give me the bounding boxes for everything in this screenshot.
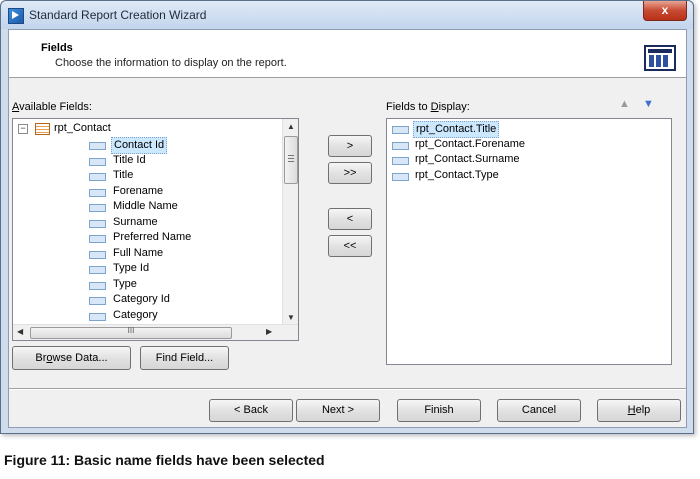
- table-view-icon: [644, 45, 676, 71]
- app-icon: [8, 8, 24, 24]
- tree-node-table[interactable]: − rpt_Contact: [13, 121, 283, 136]
- cancel-button[interactable]: Cancel: [497, 399, 581, 422]
- figure-caption: Figure 11: Basic name fields have been s…: [4, 452, 325, 468]
- wizard-header: Fields Choose the information to display…: [9, 30, 686, 78]
- remove-field-button[interactable]: <: [328, 208, 372, 230]
- display-field-item[interactable]: rpt_Contact.Title: [387, 121, 657, 138]
- available-vertical-scrollbar[interactable]: ▲ ▼: [282, 119, 298, 325]
- field-label: Type: [113, 277, 137, 290]
- field-label: Title Id: [113, 153, 146, 166]
- fields-to-display-label: Fields to Display:: [386, 101, 470, 113]
- display-field-label: rpt_Contact.Title: [413, 121, 500, 138]
- scroll-right-icon[interactable]: ▶: [266, 327, 272, 336]
- field-icon: [392, 172, 409, 181]
- available-field-item[interactable]: Category: [13, 308, 283, 323]
- field-label: Type Id: [113, 262, 150, 274]
- remove-all-fields-button[interactable]: <<: [328, 235, 372, 257]
- field-icon: [89, 188, 106, 197]
- scroll-up-icon[interactable]: ▲: [287, 122, 295, 131]
- field-icon: [89, 157, 106, 166]
- field-icon: [89, 219, 106, 228]
- field-label: Contact Id: [111, 137, 168, 154]
- horizontal-scroll-thumb[interactable]: III: [30, 326, 232, 339]
- field-label: Surname: [113, 215, 158, 228]
- field-icon: [89, 281, 106, 290]
- field-label: Full Name: [113, 246, 164, 259]
- field-label: Middle Name: [113, 200, 178, 212]
- next-button[interactable]: Next >: [296, 399, 380, 422]
- wizard-window: Standard Report Creation Wizard x Fields…: [0, 0, 694, 434]
- available-field-item[interactable]: Preferred Name: [13, 230, 283, 245]
- help-button[interactable]: Help: [597, 399, 681, 422]
- field-icon: [89, 204, 106, 212]
- field-icon: [89, 312, 106, 321]
- available-field-item[interactable]: Type Id: [13, 261, 283, 276]
- field-label: Category: [113, 308, 158, 321]
- title-bar[interactable]: Standard Report Creation Wizard x: [1, 1, 693, 29]
- available-field-item[interactable]: Middle Name: [13, 199, 283, 214]
- finish-button[interactable]: Finish: [397, 399, 481, 422]
- wizard-body: Fields Choose the information to display…: [8, 29, 687, 428]
- available-fields-tree[interactable]: − rpt_Contact Contact Id Title Id Title For…: [12, 118, 299, 341]
- available-field-item[interactable]: Surname: [13, 215, 283, 230]
- display-field-item[interactable]: rpt_Contact.Type: [387, 168, 657, 183]
- move-up-icon[interactable]: ▲: [619, 98, 630, 110]
- display-field-label: rpt_Contact.Type: [415, 168, 499, 181]
- field-icon: [89, 250, 106, 259]
- table-icon: [35, 123, 50, 135]
- display-field-label: rpt_Contact.Surname: [415, 153, 520, 165]
- add-all-fields-button[interactable]: >>: [328, 162, 372, 184]
- available-field-item[interactable]: Title Id: [13, 153, 283, 168]
- available-field-item[interactable]: Title: [13, 168, 283, 183]
- field-label: Forename: [113, 184, 164, 197]
- available-field-item[interactable]: Type: [13, 277, 283, 292]
- field-label: Title: [113, 169, 134, 181]
- field-icon: [392, 126, 409, 134]
- available-field-item[interactable]: Forename: [13, 184, 283, 199]
- back-button[interactable]: < Back: [209, 399, 293, 422]
- available-horizontal-scrollbar[interactable]: ◀ III ▶: [13, 324, 298, 340]
- field-label: Category Id: [113, 293, 170, 305]
- add-field-button[interactable]: >: [328, 135, 372, 157]
- scroll-down-icon[interactable]: ▼: [287, 313, 295, 322]
- vertical-scroll-thumb[interactable]: [284, 136, 298, 184]
- available-field-item[interactable]: Contact Id: [13, 137, 283, 154]
- field-icon: [392, 157, 409, 165]
- collapse-icon[interactable]: −: [18, 124, 28, 134]
- move-down-icon[interactable]: ▼: [643, 98, 654, 110]
- field-label: Preferred Name: [113, 231, 192, 243]
- step-subtitle: Choose the information to display on the…: [55, 57, 287, 69]
- table-name: rpt_Contact: [54, 122, 111, 134]
- display-field-label: rpt_Contact.Forename: [415, 137, 526, 150]
- find-field-button[interactable]: Find Field...: [140, 346, 229, 370]
- field-icon: [89, 297, 106, 305]
- step-title: Fields: [41, 42, 73, 54]
- field-icon: [89, 235, 106, 243]
- field-icon: [89, 266, 106, 274]
- field-icon: [89, 173, 106, 181]
- browse-data-button[interactable]: Browse Data...: [12, 346, 131, 370]
- field-icon: [392, 141, 409, 150]
- available-field-item[interactable]: Category Id: [13, 292, 283, 307]
- display-field-item[interactable]: rpt_Contact.Surname: [387, 152, 657, 167]
- display-field-item[interactable]: rpt_Contact.Forename: [387, 137, 657, 152]
- field-icon: [89, 142, 106, 150]
- available-field-item[interactable]: Full Name: [13, 246, 283, 261]
- scroll-left-icon[interactable]: ◀: [17, 327, 23, 336]
- window-title: Standard Report Creation Wizard: [29, 8, 207, 22]
- available-fields-label: Available Fields:: [12, 101, 92, 113]
- fields-to-display-list[interactable]: rpt_Contact.Title rpt_Contact.Forenamerpt…: [386, 118, 672, 365]
- close-button[interactable]: x: [643, 1, 687, 21]
